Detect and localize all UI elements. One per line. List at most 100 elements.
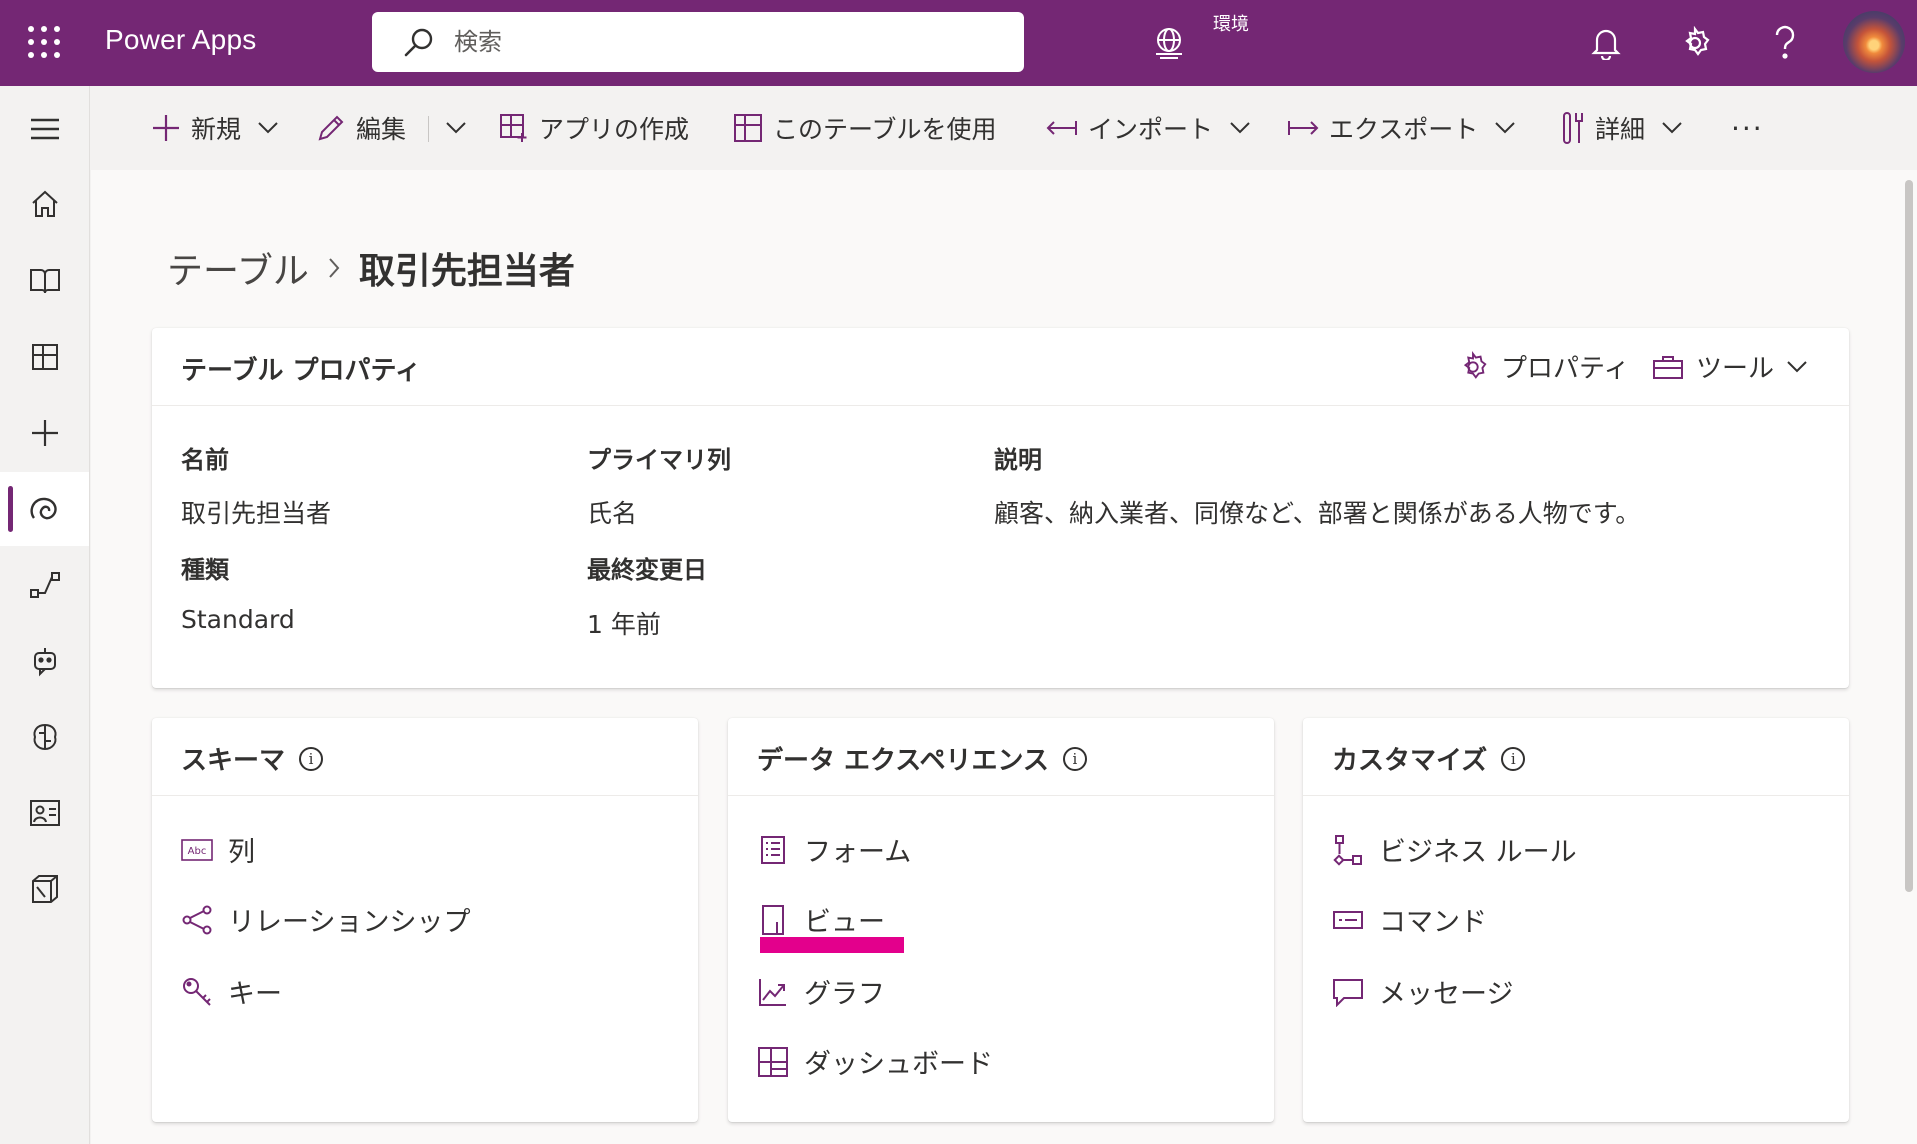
- use-table-button[interactable]: このテーブルを使用: [733, 108, 997, 148]
- forms-link[interactable]: フォーム: [756, 830, 911, 869]
- card-title: データ エクスペリエンス i: [757, 740, 1087, 777]
- search-icon: [402, 26, 436, 64]
- card-title: スキーマ i: [181, 740, 324, 777]
- keys-link[interactable]: キー: [180, 972, 282, 1011]
- card-title: カスタマイズ i: [1332, 740, 1526, 777]
- settings-gear-icon[interactable]: [1674, 22, 1716, 64]
- highlight-underline: [760, 937, 904, 953]
- command-icon: [1331, 903, 1365, 937]
- message-icon: [1331, 975, 1365, 1009]
- edit-button[interactable]: 編集: [316, 108, 406, 148]
- top-bar: Power Apps 環境: [0, 0, 1917, 86]
- info-icon[interactable]: i: [299, 746, 324, 771]
- type-value: Standard: [181, 605, 295, 634]
- last-modified-label: 最終変更日: [587, 556, 707, 584]
- add-icon: [153, 115, 179, 141]
- learn-icon[interactable]: [0, 244, 89, 318]
- flows-icon[interactable]: [0, 548, 89, 622]
- chatbots-icon[interactable]: [0, 624, 89, 698]
- breadcrumb-separator-icon: [327, 248, 341, 289]
- create-app-label: アプリの作成: [539, 115, 690, 144]
- help-icon[interactable]: [1764, 22, 1806, 64]
- breadcrumb-tables-link[interactable]: テーブル: [167, 242, 309, 294]
- messages-label: メッセージ: [1379, 979, 1514, 1010]
- messages-link[interactable]: メッセージ: [1331, 972, 1513, 1011]
- menu-icon[interactable]: [0, 92, 89, 166]
- chevron-down-icon: [1230, 122, 1250, 134]
- dashboards-link[interactable]: ダッシュボード: [756, 1042, 993, 1081]
- create-app-icon: [500, 114, 527, 142]
- keys-label: キー: [228, 979, 282, 1010]
- ai-builder-icon[interactable]: [0, 700, 89, 774]
- svg-text:Abc: Abc: [188, 846, 207, 857]
- gear-icon: [1463, 350, 1487, 379]
- key-icon: [180, 975, 214, 1009]
- properties-button[interactable]: プロパティ: [1457, 348, 1629, 385]
- charts-link[interactable]: グラフ: [756, 972, 885, 1011]
- export-icon: [1288, 121, 1319, 135]
- solutions-icon[interactable]: [0, 852, 89, 926]
- divider: [428, 116, 429, 142]
- primary-column-value: 氏名: [587, 499, 638, 528]
- card-header: データ エクスペリエンス i: [728, 718, 1274, 796]
- user-avatar[interactable]: [1843, 11, 1905, 73]
- tools-button[interactable]: ツール: [1652, 348, 1808, 385]
- search-input[interactable]: [454, 22, 994, 62]
- more-commands-button[interactable]: ···: [1731, 108, 1764, 148]
- info-icon[interactable]: i: [1501, 746, 1526, 771]
- relationship-icon: [180, 903, 214, 937]
- create-app-button[interactable]: アプリの作成: [499, 108, 689, 148]
- portals-icon[interactable]: [0, 776, 89, 850]
- info-icon[interactable]: i: [1062, 746, 1087, 771]
- use-table-label: このテーブルを使用: [773, 115, 997, 144]
- create-icon[interactable]: [0, 396, 89, 470]
- charts-label: グラフ: [804, 979, 885, 1010]
- edit-dropdown-button[interactable]: [445, 108, 467, 148]
- home-icon[interactable]: [0, 167, 89, 241]
- last-modified-value: 1 年前: [587, 610, 661, 639]
- schema-title: スキーマ: [181, 746, 286, 776]
- chevron-down-icon: [1495, 122, 1515, 134]
- card-title: テーブル プロパティ: [181, 356, 421, 386]
- command-bar: 新規 編集 アプリの作成 このテーブルを使用 インポート エクスポート 詳細 ·…: [91, 86, 1917, 170]
- data-experiences-title: データ エクスペリエンス: [757, 746, 1049, 776]
- import-button[interactable]: インポート: [1046, 108, 1251, 148]
- chevron-down-icon: [1662, 122, 1682, 134]
- views-link[interactable]: ビュー: [756, 900, 885, 939]
- pencil-icon: [318, 115, 344, 141]
- business-rules-link[interactable]: ビジネス ルール: [1331, 830, 1577, 869]
- app-launcher-icon[interactable]: [26, 24, 62, 60]
- chevron-down-icon: [258, 122, 278, 134]
- details-button[interactable]: 詳細: [1561, 108, 1683, 148]
- customize-card: カスタマイズ i ビジネス ルール コマンド メッセージ: [1303, 718, 1849, 1122]
- export-label: エクスポート: [1329, 115, 1479, 144]
- breadcrumb: テーブル 取引先担当者: [167, 242, 575, 294]
- new-label: 新規: [191, 115, 242, 144]
- customize-title: カスタマイズ: [1332, 746, 1488, 776]
- commands-link[interactable]: コマンド: [1331, 900, 1487, 939]
- view-icon: [756, 903, 790, 937]
- scrollbar[interactable]: [1905, 180, 1913, 892]
- environment-label[interactable]: 環境: [1213, 10, 1249, 36]
- new-button[interactable]: 新規: [151, 108, 279, 148]
- card-header: カスタマイズ i: [1303, 718, 1849, 796]
- dashboard-icon: [756, 1045, 790, 1079]
- export-button[interactable]: エクスポート: [1287, 108, 1516, 148]
- import-icon: [1046, 121, 1077, 135]
- relationships-link[interactable]: リレーションシップ: [180, 900, 470, 939]
- properties-label: プロパティ: [1501, 354, 1630, 384]
- description-value: 顧客、納入業者、同僚など、部署と関係がある人物です。: [994, 499, 1641, 528]
- table-properties-card: テーブル プロパティ プロパティ ツール 名前 取引先担当者 プライマリ列 氏名…: [152, 328, 1849, 688]
- notifications-icon[interactable]: [1585, 22, 1627, 64]
- primary-column-label: プライマリ列: [587, 446, 731, 474]
- app-title[interactable]: Power Apps: [105, 24, 256, 56]
- breadcrumb-current: 取引先担当者: [358, 251, 575, 292]
- views-label: ビュー: [804, 907, 885, 938]
- import-label: インポート: [1088, 115, 1214, 144]
- columns-link[interactable]: Abc 列: [180, 830, 255, 869]
- search-box[interactable]: [372, 12, 1024, 72]
- environment-icon[interactable]: [1150, 24, 1188, 66]
- dataverse-icon[interactable]: [0, 472, 89, 546]
- type-label: 種類: [181, 556, 229, 584]
- apps-icon[interactable]: [0, 320, 89, 394]
